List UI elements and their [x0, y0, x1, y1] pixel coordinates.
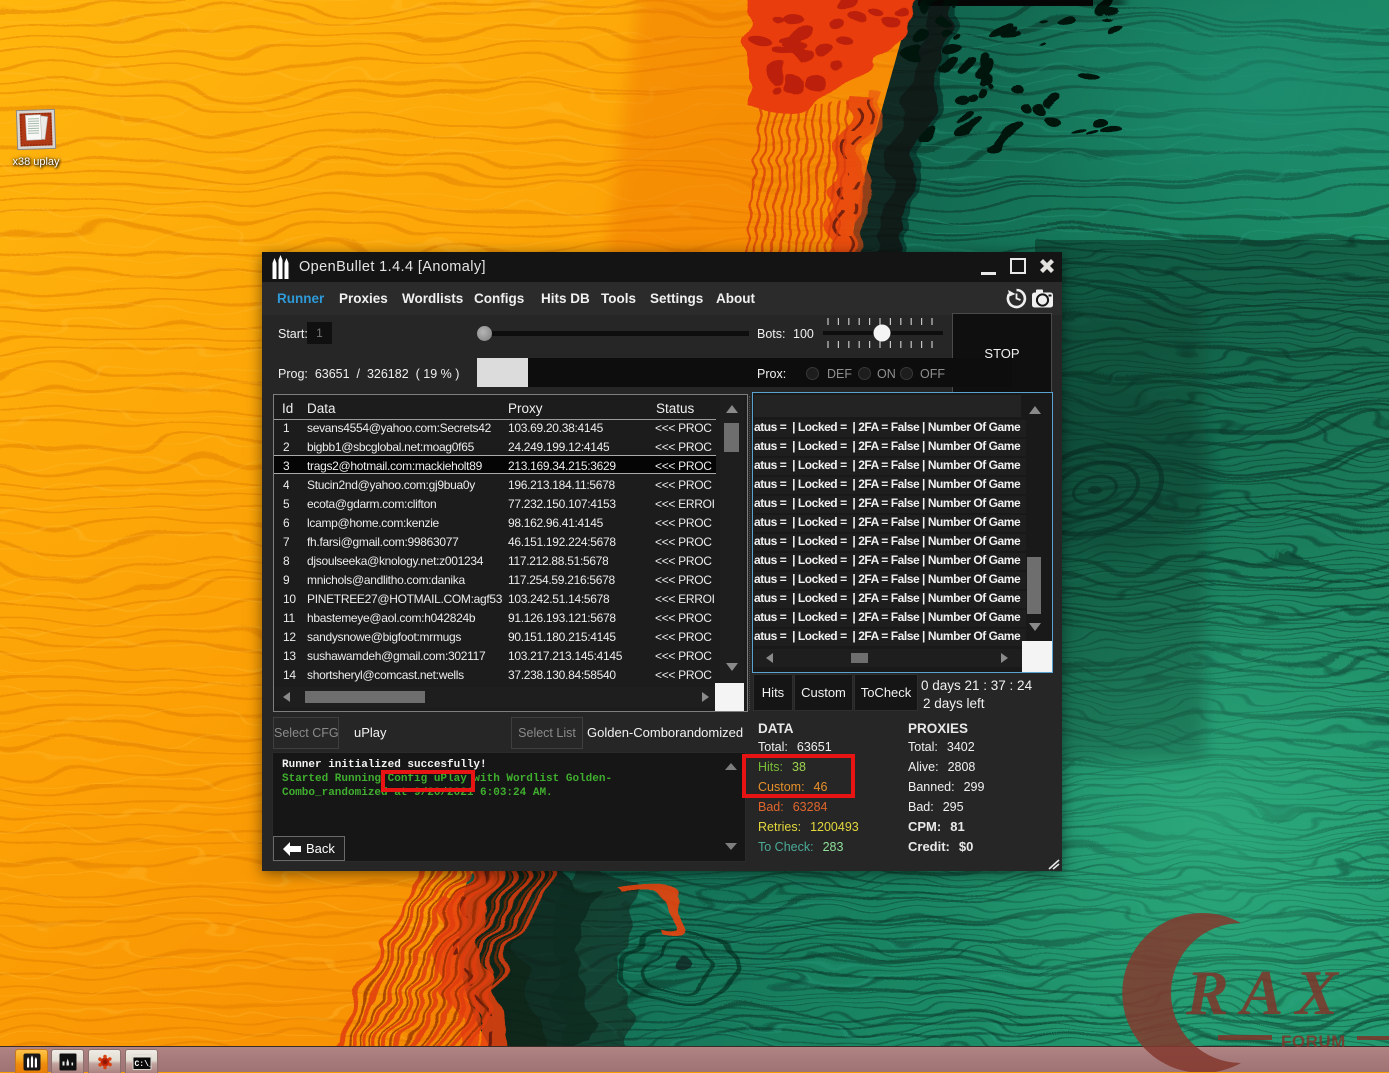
svg-text:C:\_: C:\_ — [134, 1060, 151, 1069]
svg-text:FORUM: FORUM — [1281, 1032, 1346, 1051]
svg-text:RAX: RAX — [1185, 957, 1350, 1028]
